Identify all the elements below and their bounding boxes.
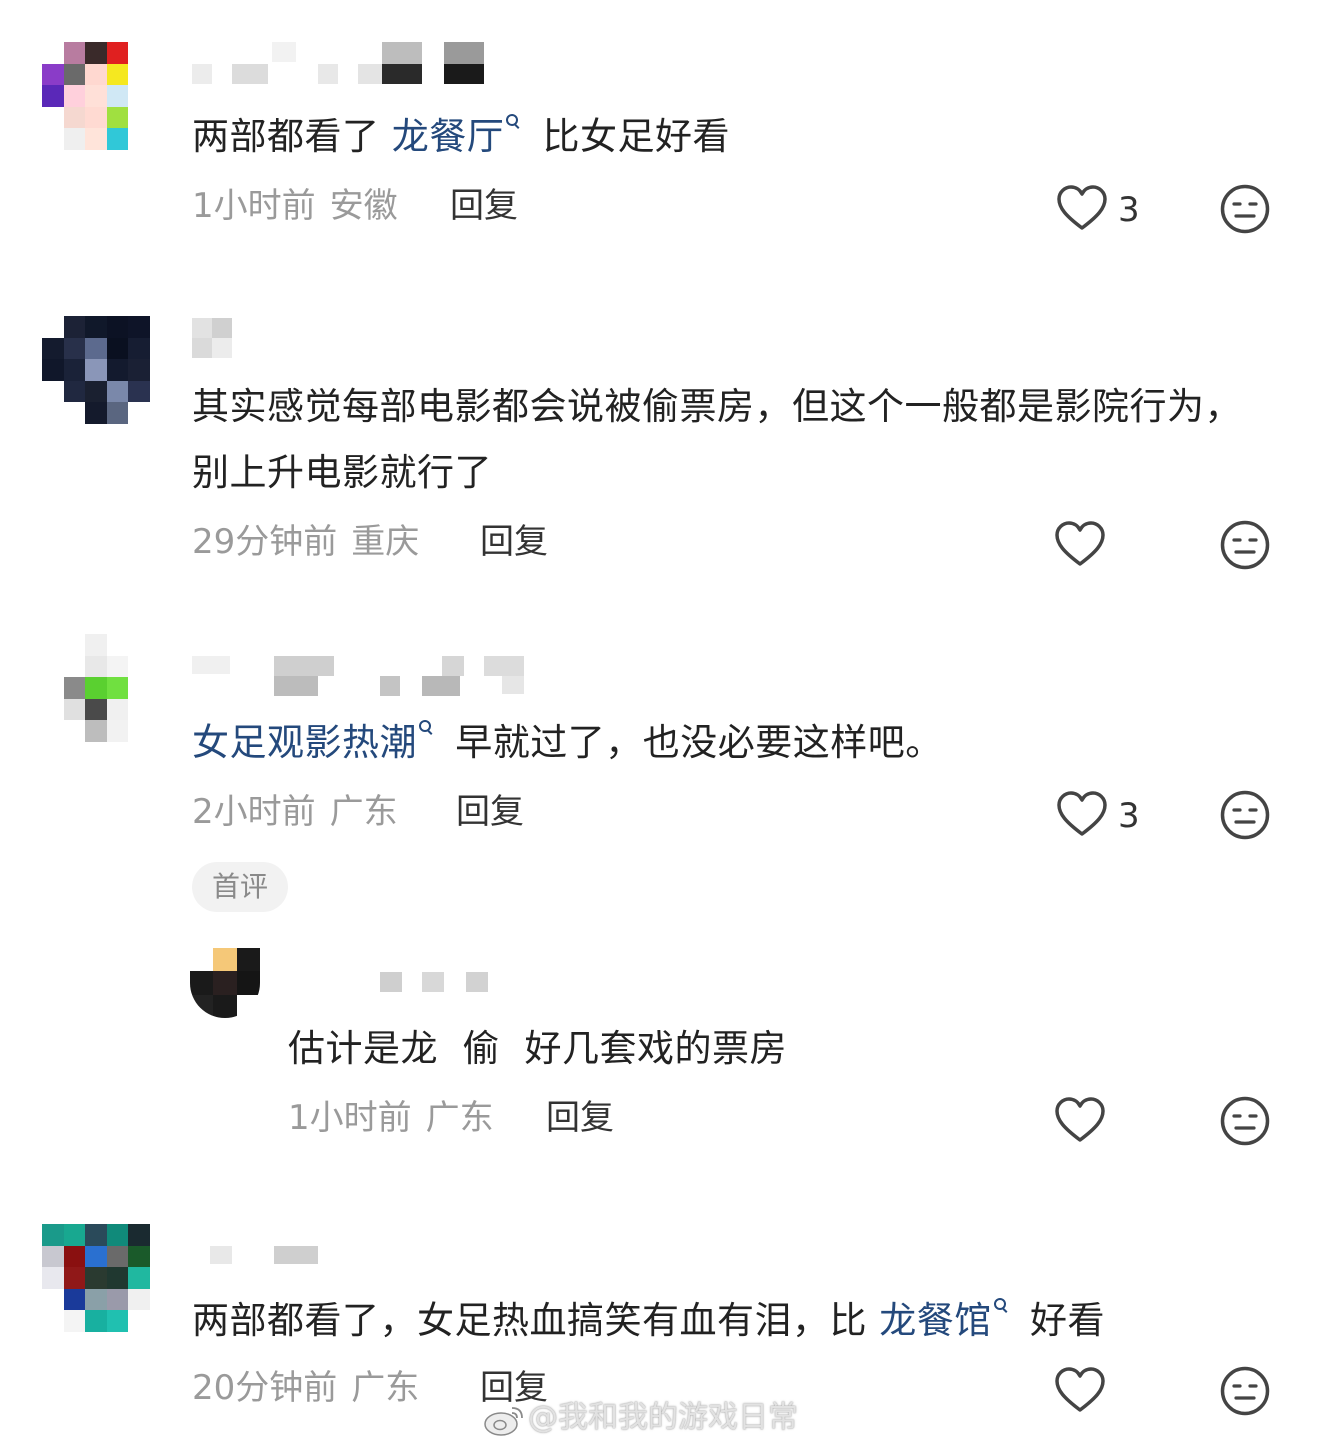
comment-meta: 1小时前 广东 xyxy=(288,1098,494,1138)
search-icon xyxy=(419,720,433,734)
heart-outline-icon[interactable] xyxy=(1054,520,1106,568)
topic-link[interactable]: 女足观影热潮 xyxy=(192,721,417,764)
comment-text: 两部都看了，女足热血搞笑有血有泪，比 龙餐馆 好看 xyxy=(192,1288,1105,1354)
comment-meta: 29分钟前 重庆 xyxy=(192,522,419,562)
search-icon xyxy=(993,1298,1008,1312)
comment-text: 两部都看了 龙餐厅 比女足好看 xyxy=(192,104,730,170)
comment-text-part: 早就过了，也没必要这样吧。 xyxy=(443,721,943,764)
sub-reply: 估计是龙 偷 好几套戏的票房 1小时前 广东 回复 xyxy=(0,940,1320,1180)
comment-location: 广东 xyxy=(329,792,398,832)
avatar[interactable] xyxy=(42,1224,150,1332)
search-icon xyxy=(506,114,520,128)
reply-button[interactable]: 回复 xyxy=(456,792,524,832)
reply-button[interactable]: 回复 xyxy=(480,522,548,562)
comment-item: 女足观影热潮 早就过了，也没必要这样吧。 2小时前 广东 回复 3 首评 估计是龙… xyxy=(0,620,1320,1200)
username-redacted[interactable] xyxy=(192,42,492,86)
comment-meta: 1小时前 安徽 xyxy=(192,186,398,226)
unhappy-face-icon[interactable] xyxy=(1219,1365,1271,1417)
unhappy-face-icon[interactable] xyxy=(1219,1095,1271,1147)
comment-time: 1小时前 xyxy=(288,1098,412,1138)
weibo-logo-icon xyxy=(484,1407,523,1436)
comment-text: 女足观影热潮 早就过了，也没必要这样吧。 xyxy=(192,710,943,776)
comment-text: 其实感觉每部电影都会说被偷票房，但这个一般都是影院行为，别上升电影就行了 xyxy=(192,385,1242,494)
unhappy-face-icon[interactable] xyxy=(1219,183,1271,235)
unhappy-face-icon[interactable] xyxy=(1219,789,1271,841)
watermark-text: @我和我的游戏日常 xyxy=(528,1400,798,1435)
heart-outline-icon[interactable] xyxy=(1054,1366,1106,1414)
comment-time: 2小时前 xyxy=(192,792,316,832)
comment-time: 20分钟前 xyxy=(192,1368,338,1408)
comment-time: 1小时前 xyxy=(192,186,316,226)
comment-text-part: 好看 xyxy=(1017,1299,1106,1342)
reply-button[interactable]: 回复 xyxy=(546,1098,614,1138)
comment-text-part: 两部都看了 xyxy=(192,115,392,158)
username-redacted[interactable] xyxy=(380,972,490,994)
comment-location: 重庆 xyxy=(351,522,420,562)
avatar[interactable] xyxy=(42,316,150,424)
avatar[interactable] xyxy=(42,634,150,742)
comment-text-part: 比女足好看 xyxy=(530,115,731,158)
reply-button[interactable]: 回复 xyxy=(450,186,518,226)
comment-text-part: 两部都看了，女足热血搞笑有血有泪，比 xyxy=(192,1299,880,1342)
comment-location: 广东 xyxy=(425,1098,494,1138)
like-count: 3 xyxy=(1118,796,1140,836)
comment-meta: 2小时前 广东 xyxy=(192,792,398,832)
comment-item: 两部都看了 龙餐厅 比女足好看 1小时前 安徽 回复 3 xyxy=(0,0,1320,280)
comment-item: 其实感觉每部电影都会说被偷票房，但这个一般都是影院行为，别上升电影就行了 29分… xyxy=(0,280,1320,620)
comment-meta: 20分钟前 广东 xyxy=(192,1368,419,1408)
username-redacted[interactable] xyxy=(192,318,242,358)
avatar[interactable] xyxy=(190,948,260,1018)
heart-outline-icon[interactable] xyxy=(1054,1096,1106,1144)
avatar[interactable] xyxy=(42,42,150,150)
reply-text: 估计是龙 偷 好几套戏的票房 xyxy=(288,1027,788,1070)
unhappy-face-icon[interactable] xyxy=(1219,519,1271,571)
comment-time: 29分钟前 xyxy=(192,522,338,562)
username-redacted[interactable] xyxy=(192,654,532,698)
heart-outline-icon[interactable] xyxy=(1056,790,1108,838)
comment-location: 广东 xyxy=(351,1368,420,1408)
comment-location: 安徽 xyxy=(329,186,398,226)
topic-link[interactable]: 龙餐厅 xyxy=(392,115,505,158)
first-comment-badge: 首评 xyxy=(192,862,289,912)
heart-outline-icon[interactable] xyxy=(1056,184,1108,232)
topic-link[interactable]: 龙餐馆 xyxy=(879,1299,992,1342)
username-redacted[interactable] xyxy=(210,1246,320,1266)
like-count: 3 xyxy=(1118,190,1140,230)
